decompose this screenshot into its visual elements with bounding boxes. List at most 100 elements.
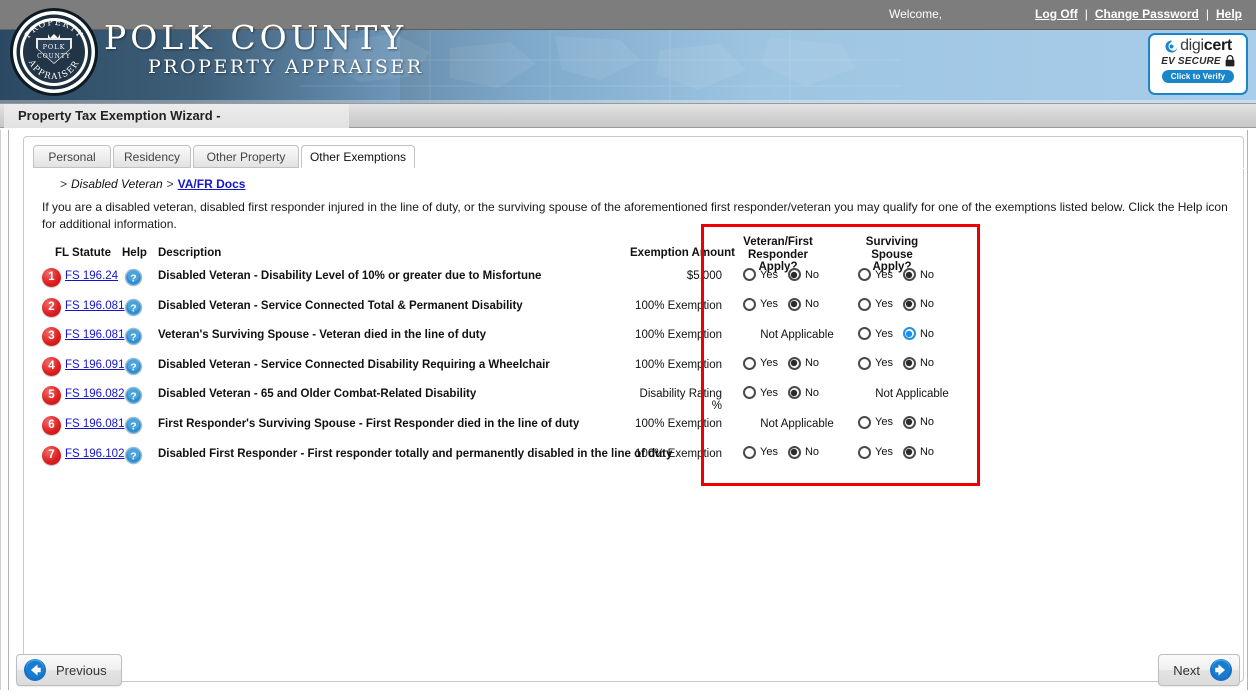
veteran-no-radio-2[interactable] (787, 297, 801, 311)
spouse-no-radio-2[interactable] (902, 297, 916, 311)
va-fr-docs-link[interactable]: VA/FR Docs (178, 177, 246, 191)
help-icon[interactable]: ? (124, 416, 143, 435)
spouse-yes-radio-2[interactable] (858, 297, 871, 311)
veteran-yes-radio-5[interactable] (743, 386, 756, 400)
veteran-yes-radio-1[interactable] (743, 268, 756, 281)
exemption-description: First Responder's Surviving Spouse - Fir… (158, 417, 580, 430)
help-icon[interactable]: ? (124, 446, 143, 465)
radio-row: Not Applicable Yes No (701, 415, 934, 446)
window-title-bar: Property Tax Exemption Wizard - (0, 103, 1256, 128)
spouse-no-radio-1[interactable] (902, 268, 916, 281)
exemption-description: Disabled Veteran - Disability Level of 1… (158, 270, 542, 282)
log-off-link[interactable]: Log Off (1035, 7, 1078, 21)
spouse-no-radio-3[interactable] (902, 327, 916, 341)
page-root: Welcome, Log Off | Change Password | Help PO… (0, 0, 1256, 700)
tab-other-property[interactable]: Other Property (193, 145, 299, 168)
statute-link[interactable]: FS 196.081 (65, 300, 124, 312)
next-button[interactable]: Next (1158, 654, 1240, 686)
veteran-radio-group-1[interactable]: Yes No (743, 268, 819, 281)
spouse-no-radio-6[interactable] (902, 415, 916, 429)
help-icon[interactable]: ? (124, 268, 143, 287)
tab-residency[interactable]: Residency (113, 145, 191, 168)
veteran-no-radio-1[interactable] (787, 268, 801, 281)
veteran-no-radio-4[interactable] (787, 356, 801, 370)
svg-text:?: ? (130, 362, 136, 373)
veteran-radio-group-7[interactable]: Yes No (743, 445, 819, 459)
veteran-yes-radio-7[interactable] (743, 445, 756, 459)
row-number-badge: 2 (42, 297, 61, 317)
veteran-not-applicable-3: Not Applicable (760, 329, 834, 342)
spouse-yes-radio-1[interactable] (858, 268, 871, 281)
breadcrumb-sep-1: > (60, 177, 68, 191)
help-icon[interactable]: ? (124, 357, 143, 376)
spouse-yes-radio-6[interactable] (858, 415, 871, 429)
help-link[interactable]: Help (1216, 7, 1242, 21)
row-number-badge: 3 (42, 327, 61, 347)
veteran-yes-radio-4[interactable] (743, 356, 756, 370)
spouse-radio-group-1[interactable]: Yes No (858, 268, 934, 281)
statute-link[interactable]: FS 196.081 (65, 418, 124, 430)
veteran-yes-radio-2[interactable] (743, 297, 756, 311)
column-header-help: Help (122, 247, 147, 259)
next-button-label: Next (1173, 662, 1200, 678)
digicert-tagline-row: EV SECURE (1161, 55, 1235, 67)
site-subtitle: PROPERTY APPRAISER (148, 56, 424, 78)
radio-row: Not Applicable Yes No (701, 327, 934, 357)
spouse-no-radio-4[interactable] (902, 356, 916, 370)
digicert-seal[interactable]: digicert EV SECURE Click to Verify (1148, 33, 1248, 95)
breadcrumb: > Disabled Veteran > VA/FR Docs (56, 177, 245, 191)
veteran-radio-group-5[interactable]: Yes No (743, 386, 819, 400)
tab-personal[interactable]: Personal (33, 145, 111, 168)
veteran-no-radio-5[interactable] (787, 386, 801, 400)
yes-label: Yes (875, 298, 893, 311)
statute-link[interactable]: FS 196.102 (65, 448, 124, 460)
tab-other-exemptions[interactable]: Other Exemptions (301, 145, 415, 168)
spouse-yes-radio-4[interactable] (858, 356, 871, 370)
veteran-header-line1: Veteran/First Responder (743, 236, 813, 261)
spouse-radio-group-7[interactable]: Yes No (858, 445, 935, 459)
digicert-verify-button[interactable]: Click to Verify (1161, 70, 1235, 83)
veteran-no-radio-7[interactable] (787, 445, 801, 459)
breadcrumb-current: Disabled Veteran (71, 177, 163, 191)
yes-label: Yes (875, 446, 893, 459)
svg-text:?: ? (130, 303, 136, 314)
spouse-radio-group-2[interactable]: Yes No (858, 297, 934, 311)
svg-text:?: ? (130, 333, 136, 344)
site-title: POLK COUNTY (104, 18, 408, 57)
spouse-radio-group-3[interactable]: Yes No (858, 327, 935, 341)
previous-button-label: Previous (56, 662, 107, 678)
statute-link[interactable]: FS 196.24 (65, 270, 118, 282)
veteran-radio-group-4[interactable]: Yes No (743, 356, 819, 370)
svg-text:COUNTY: COUNTY (37, 53, 71, 60)
statute-link[interactable]: FS 196.081 (65, 329, 124, 341)
statute-link[interactable]: FS 196.091 (65, 359, 124, 371)
help-icon[interactable]: ? (124, 386, 143, 405)
spouse-no-radio-7[interactable] (902, 445, 916, 459)
county-seal-logo: POLK COUNTY PROPERTY APPRAISER (10, 8, 98, 96)
spouse-yes-radio-3[interactable] (858, 327, 871, 341)
help-icon[interactable]: ? (124, 298, 143, 317)
no-label: No (919, 327, 935, 340)
change-password-link[interactable]: Change Password (1095, 7, 1199, 21)
svg-text:?: ? (130, 274, 136, 285)
spouse-radio-group-6[interactable]: Yes No (858, 415, 934, 429)
column-header-statute: FL Statute (55, 247, 112, 259)
spouse-radio-group-4[interactable]: Yes No (858, 356, 935, 370)
statute-link[interactable]: FS 196.082 (65, 388, 124, 400)
content-outer: Personal Residency Other Property Other … (8, 130, 1248, 690)
spouse-yes-radio-7[interactable] (858, 445, 871, 459)
row-number-badge: 5 (42, 386, 61, 406)
svg-text:?: ? (130, 422, 136, 433)
radio-row: Yes No Yes No (701, 268, 934, 298)
help-icon[interactable]: ? (124, 327, 143, 346)
no-label: No (919, 446, 935, 459)
wizard-panel: Personal Residency Other Property Other … (23, 136, 1244, 682)
link-separator-2: | (1205, 7, 1209, 21)
previous-button[interactable]: Previous (16, 654, 122, 686)
radio-row: Yes No Yes No (701, 445, 934, 476)
veteran-radio-group-2[interactable]: Yes No (743, 297, 819, 311)
svg-text:?: ? (130, 451, 136, 462)
no-label: No (919, 357, 935, 370)
column-header-description: Description (158, 247, 222, 259)
tab-underline (25, 168, 1244, 169)
